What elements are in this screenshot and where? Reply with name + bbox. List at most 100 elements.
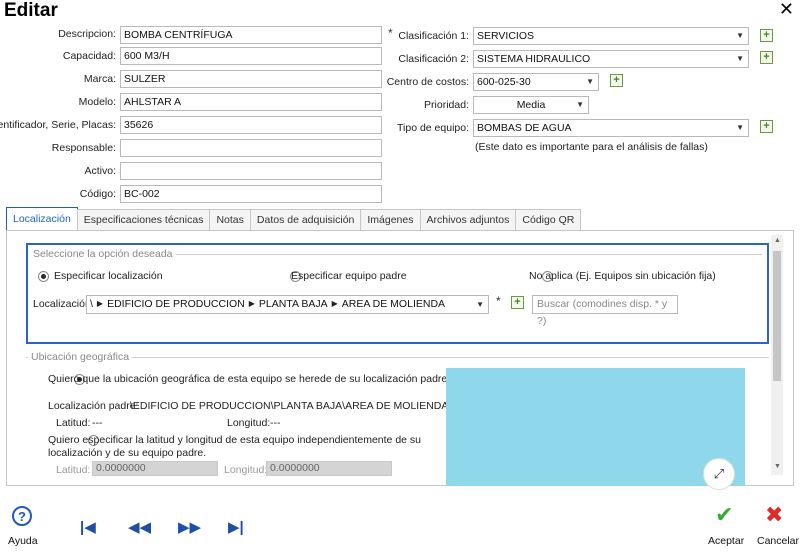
longitud-input-label: Longitud: (224, 464, 268, 476)
radio-especificar-coordenadas-label[interactable]: Quiero especificar la latitud y longitud… (48, 434, 440, 460)
last-record-icon[interactable]: ▶| (228, 518, 244, 536)
tab-datos-adquisicion[interactable]: Datos de adquisición (249, 209, 362, 231)
prioridad-select[interactable]: Media ▼ (473, 96, 589, 114)
tipo-equipo-select[interactable]: BOMBAS DE AGUA ▼ (473, 119, 749, 137)
identificador-label: Identificador, Serie, Placas: (0, 119, 116, 131)
next-record-icon[interactable]: ▶▶ (178, 518, 201, 536)
responsable-label: Responsable: (51, 142, 116, 154)
checkmark-icon[interactable]: ✔ (715, 502, 733, 528)
latitud-input[interactable]: 0.0000000 (92, 461, 218, 476)
breadcrumb-item: PLANTA BAJA (258, 298, 328, 310)
accept-button[interactable]: Aceptar (708, 535, 744, 547)
group-divider (26, 357, 769, 358)
add-item-icon[interactable]: + (760, 29, 773, 42)
modelo-label: Modelo: (78, 96, 116, 108)
longitud-input[interactable]: 0.0000000 (266, 461, 392, 476)
clasificacion2-label: Clasificación 2: (398, 53, 469, 65)
chevron-down-icon: ▼ (736, 54, 744, 63)
breadcrumb-root: \ (90, 298, 93, 310)
clasificacion1-label: Clasificación 1: (398, 30, 469, 42)
radio-especificar-equipo-padre-label[interactable]: Especificar equipo padre (291, 270, 407, 282)
breadcrumb-separator-icon: ▶ (331, 299, 338, 308)
scroll-up-icon[interactable]: ▲ (774, 237, 781, 244)
breadcrumb-separator-icon: ▶ (248, 299, 255, 308)
centro-costos-value: 600-025-30 (477, 76, 531, 88)
tipo-equipo-label: Tipo de equipo: (397, 122, 469, 134)
chevron-down-icon: ▼ (736, 31, 744, 40)
localizacion-search-input[interactable]: Buscar (comodines disp. * y ?) (532, 295, 678, 327)
scroll-down-icon[interactable]: ▼ (774, 463, 781, 470)
responsable-field[interactable] (120, 139, 382, 157)
latitud-value: --- (92, 417, 103, 429)
breadcrumb-item: AREA DE MOLIENDA (341, 298, 446, 310)
help-icon[interactable]: ? (12, 506, 32, 526)
close-icon[interactable]: ✕ (779, 0, 794, 18)
localizacion-padre-label: Localización padre: (48, 400, 139, 412)
chevron-down-icon: ▼ (476, 300, 484, 309)
add-item-icon[interactable]: + (760, 120, 773, 133)
capacidad-field[interactable]: 600 M3/H (120, 47, 382, 65)
tab-archivos-adjuntos[interactable]: Archivos adjuntos (419, 209, 517, 231)
add-item-icon[interactable]: + (511, 296, 524, 309)
map-expand-icon[interactable]: ⤢ (703, 458, 735, 490)
required-mark: * (388, 26, 393, 40)
chevron-down-icon: ▼ (576, 100, 584, 109)
descripcion-field[interactable]: BOMBA CENTRÍFUGA (120, 26, 382, 44)
activo-label: Activo: (84, 165, 116, 177)
clasificacion2-select[interactable]: SISTEMA HIDRAULICO ▼ (473, 50, 749, 68)
help-label[interactable]: Ayuda (8, 535, 38, 547)
modelo-field[interactable]: AHLSTAR A (120, 93, 382, 111)
clasificacion1-value: SERVICIOS (477, 30, 534, 42)
marca-label: Marca: (83, 73, 116, 85)
location-group-title: Seleccione la opción deseada (30, 248, 176, 260)
identificador-field[interactable]: 35626 (120, 116, 382, 134)
longitud-value: --- (270, 417, 281, 429)
add-item-icon[interactable]: + (760, 51, 773, 64)
breadcrumb-separator-icon: ▶ (96, 299, 104, 308)
centro-costos-select[interactable]: 600-025-30 ▼ (473, 73, 599, 91)
previous-record-icon[interactable]: ◀◀ (128, 518, 151, 536)
descripcion-label: Descripcion: (58, 28, 116, 40)
tab-notas[interactable]: Notas (209, 209, 251, 231)
prioridad-label: Prioridad: (424, 99, 469, 111)
radio-especificar-localizacion-label[interactable]: Especificar localización (54, 270, 163, 282)
clasificacion2-value: SISTEMA HIDRAULICO (477, 53, 591, 65)
breadcrumb-item: EDIFICIO DE PRODUCCION (107, 298, 245, 310)
radio-heredar-ubicacion-label[interactable]: Quiero que la ubicación geográfica de es… (48, 373, 450, 385)
localizacion-breadcrumb: \ ▶ EDIFICIO DE PRODUCCION ▶ PLANTA BAJA… (90, 296, 485, 312)
capacidad-label: Capacidad: (62, 50, 116, 62)
localizacion-label: Localización: (33, 298, 94, 310)
marca-field[interactable]: SULZER (120, 70, 382, 88)
latitud-input-label: Latitud: (56, 464, 91, 476)
tab-bar: Localización Especificaciones técnicas N… (6, 207, 582, 231)
clasificacion1-select[interactable]: SERVICIOS ▼ (473, 27, 749, 45)
chevron-down-icon: ▼ (736, 123, 744, 132)
latitud-label: Latitud: (56, 417, 91, 429)
activo-field[interactable] (120, 162, 382, 180)
localizacion-padre-value: \EDIFICIO DE PRODUCCION\PLANTA BAJA\AREA… (130, 400, 449, 412)
prioridad-value: Media (516, 99, 546, 111)
chevron-down-icon: ▼ (586, 77, 594, 86)
tab-imagenes[interactable]: Imágenes (360, 209, 421, 231)
geo-group-title: Ubicación geográfica (28, 351, 133, 363)
first-record-icon[interactable]: |◀ (80, 518, 96, 536)
longitud-label: Longitud: (227, 417, 271, 429)
tipo-equipo-value: BOMBAS DE AGUA (477, 122, 572, 134)
codigo-field[interactable]: BC-002 (120, 185, 382, 203)
scrollbar-thumb[interactable] (773, 251, 781, 381)
tab-codigo-qr[interactable]: Código QR (515, 209, 582, 231)
localizacion-path-select[interactable]: \ ▶ EDIFICIO DE PRODUCCION ▶ PLANTA BAJA… (86, 295, 489, 314)
cancel-x-icon[interactable]: ✖ (765, 502, 783, 528)
map-view[interactable] (446, 368, 745, 486)
radio-no-aplica-label[interactable]: No aplica (Ej. Equipos sin ubicación fij… (529, 270, 716, 282)
centro-costos-label: Centro de costos: (386, 76, 469, 88)
cancel-button[interactable]: Cancelar (757, 535, 799, 547)
window-title: Editar (4, 0, 58, 21)
tab-localizacion[interactable]: Localización (6, 207, 78, 231)
add-item-icon[interactable]: + (610, 74, 623, 87)
tipo-equipo-note: (Este dato es importante para el análisi… (475, 141, 708, 153)
required-mark: * (496, 294, 501, 308)
tab-especificaciones[interactable]: Especificaciones técnicas (76, 209, 211, 231)
codigo-label: Código: (79, 188, 116, 200)
radio-especificar-localizacion[interactable] (38, 271, 49, 282)
